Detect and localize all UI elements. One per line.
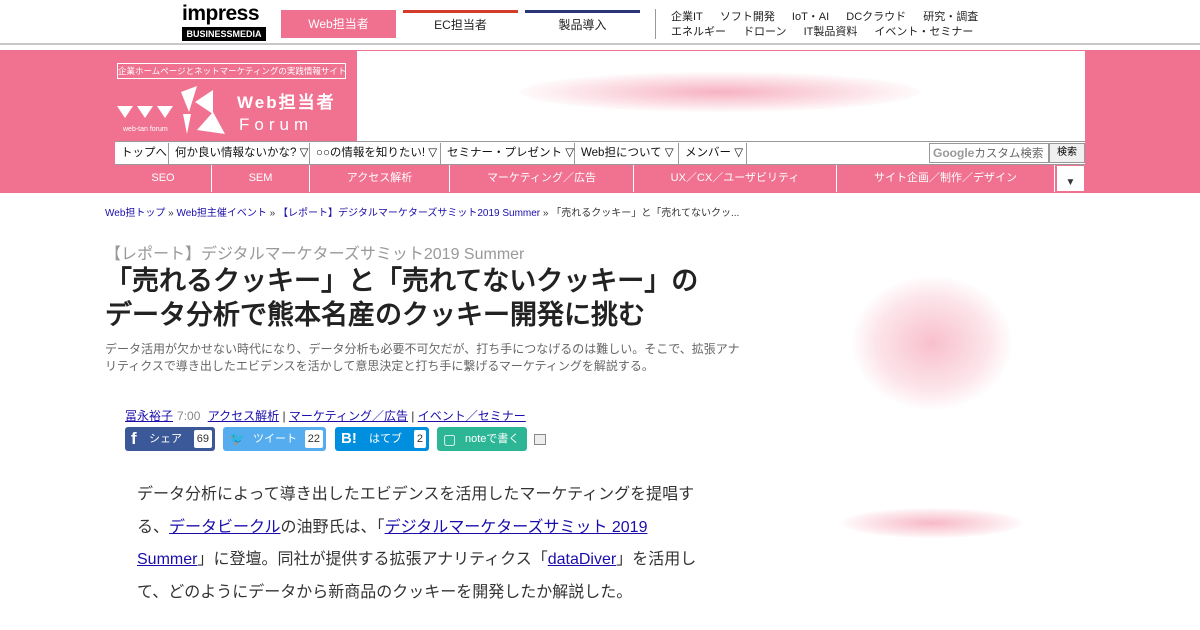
breadcrumb-link[interactable]: Web担主催イベント <box>177 208 267 219</box>
brand-small: web-tan forum <box>122 126 168 133</box>
article-body: データ分析によって導き出したエビデンスを活用したマーケティングを提唱する、データ… <box>137 479 707 609</box>
tag-link[interactable]: マーケティング／広告 <box>289 409 408 423</box>
site-tab-web[interactable]: Web担当者 <box>281 10 396 38</box>
network-link[interactable]: エネルギー <box>671 26 726 38</box>
search-brand: Google <box>933 146 975 160</box>
breadcrumb-separator: » <box>540 208 552 219</box>
search-input[interactable]: Googleカスタム検索 <box>929 143 1049 163</box>
network-link[interactable]: 企業IT <box>671 11 703 23</box>
menu-item-seminar[interactable]: セミナー・プレゼント ▽ <box>441 143 575 164</box>
network-link[interactable]: 研究・調査 <box>923 11 978 23</box>
network-link[interactable]: DCクラウド <box>846 11 906 23</box>
article-title: 「売れるクッキー」と「売れてないクッキー」の データ分析で熊本名産のクッキー開発… <box>105 264 745 332</box>
share-label: はてブ <box>369 433 402 445</box>
share-label: ツイート <box>253 433 297 445</box>
site-tab-products[interactable]: 製品導入 <box>525 10 640 38</box>
brand-sub: Forum <box>239 115 313 134</box>
article-lead: データ活用が欠かせない時代になり、データ分析も必要不可欠だが、打ち手につなげるの… <box>105 342 740 373</box>
network-link[interactable]: ドローン <box>743 26 786 38</box>
sidebar-ad[interactable] <box>852 276 1012 410</box>
menu-item-member[interactable]: メンバー ▽ <box>679 143 747 164</box>
category-ux[interactable]: UX／CX／ユーザビリティ <box>634 165 837 192</box>
body-text: の油野氏は、「 <box>280 518 385 536</box>
author-link[interactable]: 冨永裕子 <box>125 409 173 423</box>
menu-item-find[interactable]: 何か良い情報ないかな? ▽ <box>169 143 310 164</box>
brand-title: Web担当者 <box>237 92 336 112</box>
web-tan-logo[interactable]: web-tan forum Web担当者 Forum <box>117 84 353 138</box>
logo-text: impress <box>182 2 260 25</box>
category-marketing[interactable]: マーケティング／広告 <box>450 165 634 192</box>
article-title-line: データ分析で熊本名産のクッキー開発に挑む <box>105 300 645 330</box>
tag-link[interactable]: アクセス解析 <box>208 409 279 423</box>
article-series: 【レポート】デジタルマーケターズサミット2019 Summer <box>105 246 525 263</box>
breadcrumb: Web担トップ » Web担主催イベント » 【レポート】デジタルマーケターズサ… <box>105 204 739 219</box>
logo-subtext: BUSINESSMEDIA <box>182 27 266 41</box>
category-nav: SEO SEM アクセス解析 マーケティング／広告 UX／CX／ユーザビリティ … <box>115 165 1085 192</box>
breadcrumb-separator: » <box>165 208 177 219</box>
note-icon: ▢ <box>443 431 457 447</box>
breadcrumb-link[interactable]: 【レポート】デジタルマーケターズサミット2019 Summer <box>278 208 540 219</box>
publish-time: 7:00 <box>177 409 201 423</box>
note-share-button[interactable]: ▢ noteで書く <box>437 427 527 451</box>
share-count: 69 <box>193 430 212 448</box>
article-title-line: 「売れるクッキー」と「売れてないクッキー」の <box>105 266 699 296</box>
share-count: 22 <box>304 430 323 448</box>
hatena-icon: B! <box>341 430 357 447</box>
network-link[interactable]: IoT・AI <box>792 11 829 23</box>
site-tab-ec[interactable]: EC担当者 <box>403 10 518 38</box>
body-link[interactable]: データビークル <box>169 519 281 536</box>
tag-link[interactable]: イベント／セミナー <box>418 409 526 423</box>
share-label: シェア <box>149 433 182 445</box>
menu-item-about[interactable]: Web担について ▽ <box>575 143 679 164</box>
breadcrumb-link[interactable]: Web担トップ <box>105 208 165 219</box>
web-tan-logo-icon: web-tan forum Web担当者 Forum <box>117 86 336 134</box>
hatena-bookmark-button[interactable]: B! はてブ 2 <box>335 427 429 451</box>
breadcrumb-current: 「売れるクッキー」と「売れてないクッ... <box>551 208 740 219</box>
divider <box>655 9 656 39</box>
category-sem[interactable]: SEM <box>212 165 310 192</box>
category-design[interactable]: サイト企画／制作／デザイン <box>837 165 1055 192</box>
facebook-share-button[interactable]: f シェア 69 <box>125 427 215 451</box>
impress-logo[interactable]: impress BUSINESSMEDIA <box>182 2 266 42</box>
facebook-icon: f <box>131 429 137 448</box>
twitter-share-button[interactable]: 🐦 ツイート 22 <box>223 427 326 451</box>
body-link[interactable]: dataDiver <box>548 551 616 568</box>
banner-ad-image <box>520 72 920 112</box>
network-link[interactable]: ソフト開発 <box>720 11 775 23</box>
site-tagline: 企業ホームページとネットマーケティングの実践情報サイト <box>117 63 346 79</box>
twitter-icon: 🐦 <box>229 431 246 446</box>
chevron-down-icon[interactable]: ▼ <box>1056 165 1085 192</box>
body-text: 」に登壇。同社が提供する拡張アナリティクス「 <box>197 551 548 568</box>
category-seo[interactable]: SEO <box>115 165 212 192</box>
article-meta: 冨永裕子 7:00 アクセス解析 | マーケティング／広告 | イベント／セミナー <box>125 409 526 423</box>
print-icon[interactable] <box>534 434 546 445</box>
search-placeholder: カスタム検索 <box>974 148 1044 160</box>
sidebar-ad[interactable] <box>842 508 1022 538</box>
network-links: 企業IT ソフト開発 IoT・AI DCクラウド 研究・調査 エネルギー ドロー… <box>671 10 992 40</box>
network-link[interactable]: IT製品資料 <box>804 26 858 38</box>
search-button[interactable]: 検索 <box>1049 143 1085 163</box>
share-label: noteで書く <box>465 433 520 445</box>
menu-item-top[interactable]: トップへ <box>115 143 169 164</box>
breadcrumb-separator: » <box>266 208 279 219</box>
share-count: 2 <box>413 430 426 448</box>
global-header: impress BUSINESSMEDIA Web担当者 EC担当者 製品導入 … <box>0 0 1200 45</box>
category-analytics[interactable]: アクセス解析 <box>310 165 450 192</box>
network-link[interactable]: イベント・セミナー <box>874 26 973 38</box>
menu-item-know[interactable]: ○○の情報を知りたい! ▽ <box>310 143 441 164</box>
